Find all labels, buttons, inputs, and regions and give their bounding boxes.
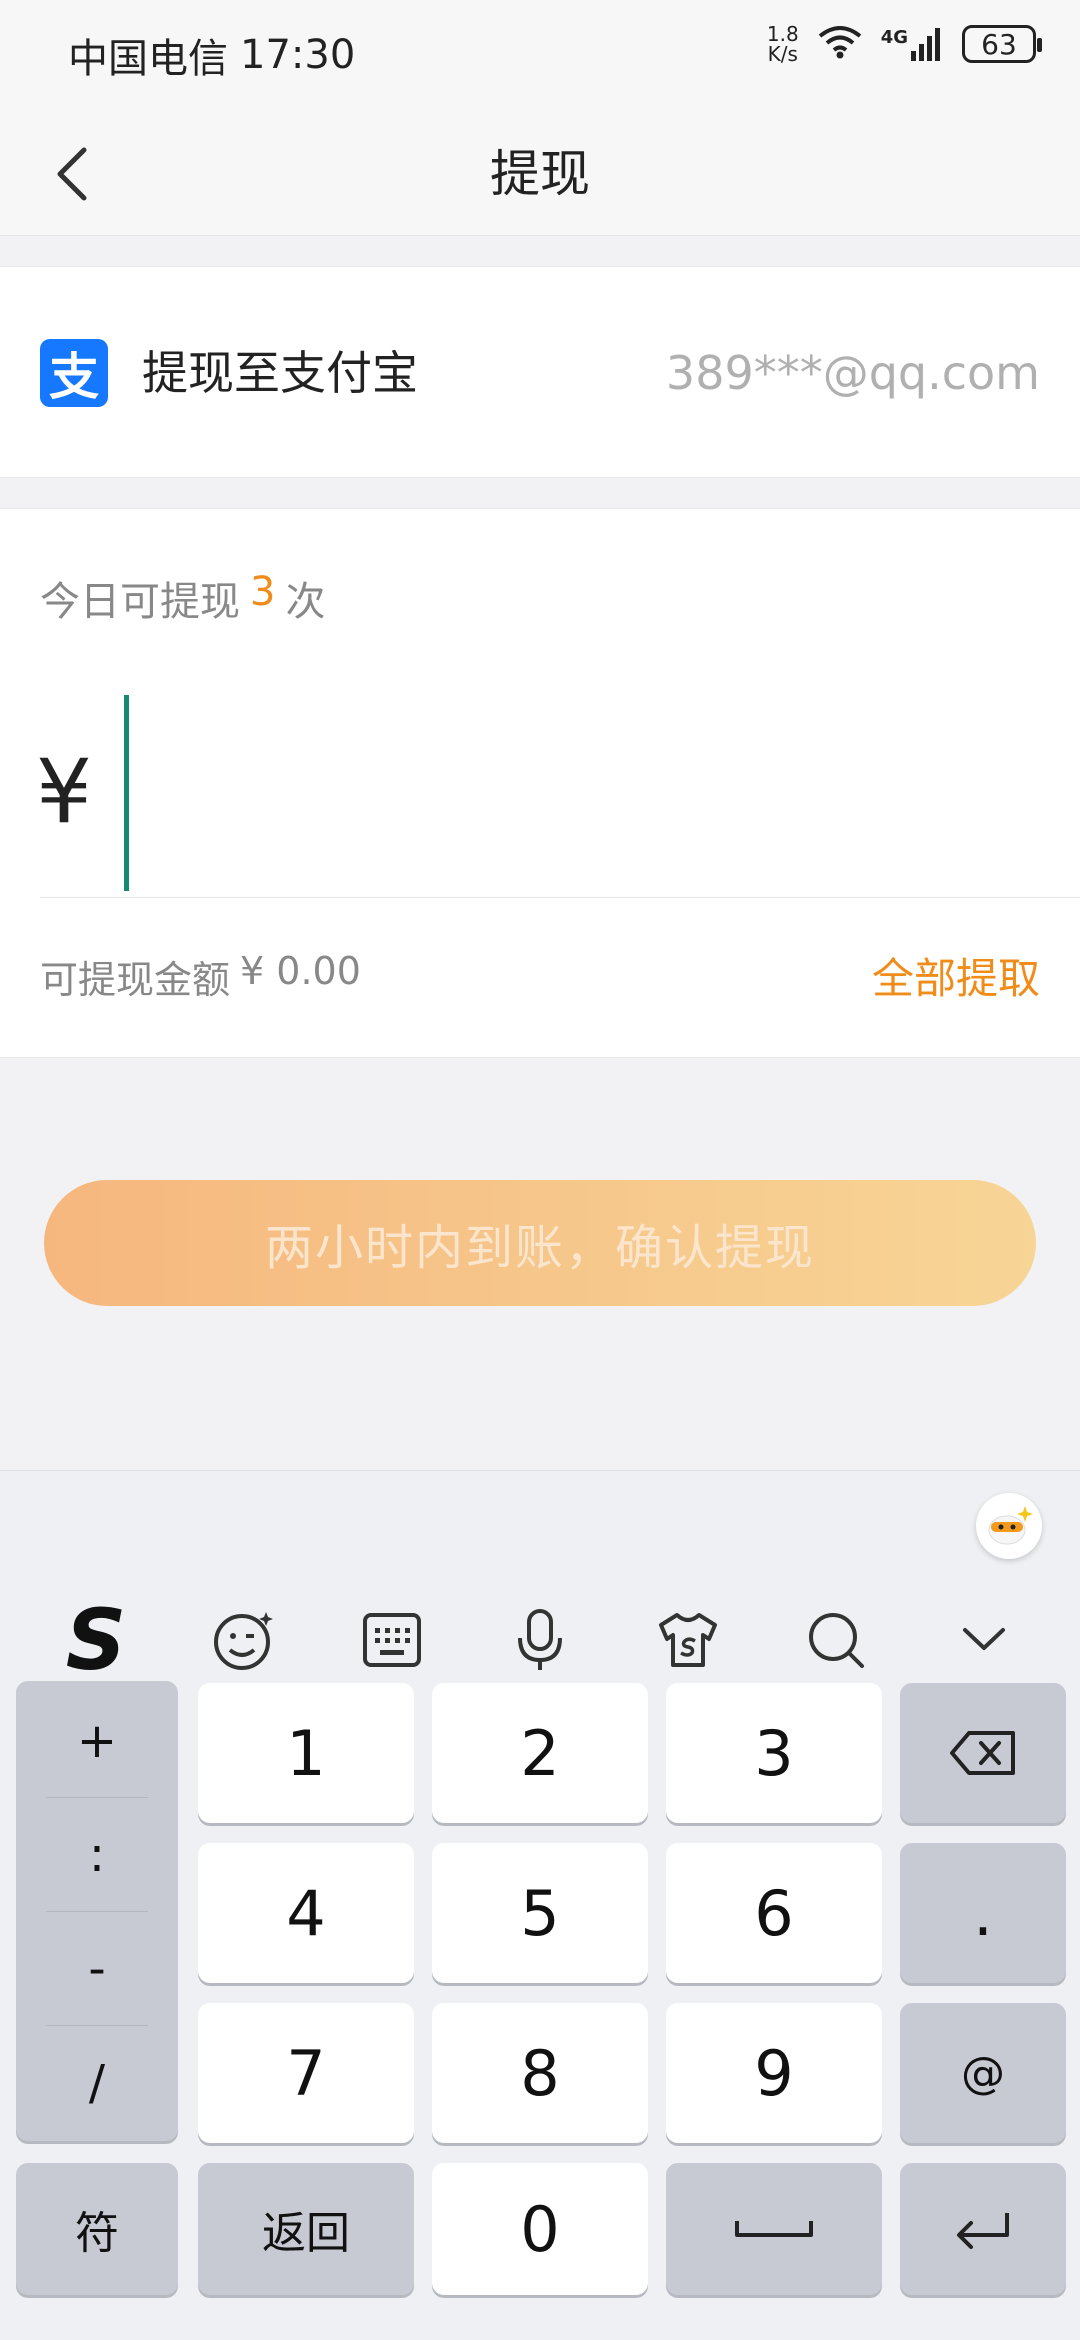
back-button[interactable] [36,138,108,210]
withdraw-account-row[interactable]: 支 提现至支付宝 389***@qq.com [0,266,1080,478]
enter-key[interactable] [900,2163,1066,2295]
status-right: 1.8 K/s 4G 63 [767,24,1042,64]
sogou-logo-glyph: S [65,1591,127,1689]
key-2[interactable]: 2 [432,1683,648,1823]
withdraw-amount-card: 今日可提现 3 次 ¥ 可提现金额 ¥ 0.00 全部提取 [0,508,1080,1058]
cellular-signal-icon: 4G [881,27,944,61]
key-0[interactable]: 0 [432,2163,648,2295]
battery-level: 63 [981,27,1017,61]
key-8[interactable]: 8 [432,2003,648,2143]
key-6[interactable]: 6 [666,1843,882,1983]
space-key[interactable] [666,2163,882,2295]
wifi-icon [817,24,863,64]
amount-divider [40,897,1080,898]
withdraw-all-button[interactable]: 全部提取 [872,945,1040,1006]
side-key-colon[interactable]: : [16,1799,178,1911]
chevron-left-icon [57,147,87,201]
currency-symbol: ¥ [36,740,92,843]
status-left: 中国电信 17:30 [68,26,355,84]
text-cursor [124,695,129,891]
backspace-key[interactable] [900,1683,1066,1823]
key-5[interactable]: 5 [432,1843,648,1983]
enter-icon [957,2213,1009,2249]
remaining-times: 今日可提现 3 次 [40,569,325,627]
clock: 17:30 [240,32,356,78]
available-balance: 可提现金额 ¥ 0.00 [40,949,361,1004]
title-bar: 提现 [0,110,1080,236]
carrier-name: 中国电信 [68,36,228,82]
collapse-chevron-icon[interactable] [939,1595,1029,1685]
side-key-slash[interactable]: / [16,2027,178,2139]
network-type: 4G [880,27,908,48]
side-separator [46,1911,148,1912]
backspace-icon [950,1731,1015,1775]
key-dot[interactable]: . [900,1843,1066,1983]
key-7[interactable]: 7 [198,2003,414,2143]
sogou-logo-icon[interactable]: S [51,1595,141,1685]
numeric-keyboard: S +: - / 1 2 3 4 5 6 7 8 9 . @ 符 返回 0 [0,1470,1080,2340]
keyboard-icon[interactable] [347,1595,437,1685]
key-3[interactable]: 3 [666,1683,882,1823]
amount-input[interactable] [140,699,1040,889]
emoji-icon[interactable] [199,1595,289,1685]
side-separator [46,2025,148,2026]
key-9[interactable]: 9 [666,2003,882,2143]
back-key[interactable]: 返回 [198,2163,414,2295]
side-key-minus[interactable]: - [16,1913,178,2025]
battery-indicator: 63 [962,25,1042,63]
confirm-withdraw-button[interactable]: 两小时内到账，确认提现 [44,1180,1036,1306]
page-title: 提现 [490,145,590,203]
keyboard-mascot-icon[interactable] [976,1493,1042,1559]
microphone-icon[interactable] [495,1595,585,1685]
side-key-plus[interactable]: + [16,1685,178,1797]
available-label: 可提现金额 [40,958,231,1002]
available-amount: ¥ 0.00 [240,949,361,993]
status-bar: 中国电信 17:30 1.8 K/s 4G 63 [0,0,1080,110]
key-4[interactable]: 4 [198,1843,414,1983]
network-speed: 1.8 K/s [767,24,799,64]
space-icon [735,2221,813,2237]
network-speed-value: 1.8 [766,22,799,46]
skin-shirt-icon[interactable] [643,1595,733,1685]
remaining-times-prefix: 今日可提现 [40,579,240,625]
symbol-side-column: + : - / [16,1681,178,2141]
search-icon[interactable] [791,1595,881,1685]
remaining-times-suffix: 次 [285,579,326,625]
side-separator [46,1797,148,1798]
account-label: 提现至支付宝 [142,346,418,400]
symbols-key[interactable]: 符 [16,2163,178,2295]
alipay-icon: 支 [40,339,108,407]
remaining-times-count: 3 [250,569,276,615]
account-value: 389***@qq.com [665,346,1040,400]
key-at[interactable]: @ [900,2003,1066,2143]
key-1[interactable]: 1 [198,1683,414,1823]
network-speed-unit: K/s [767,42,798,66]
